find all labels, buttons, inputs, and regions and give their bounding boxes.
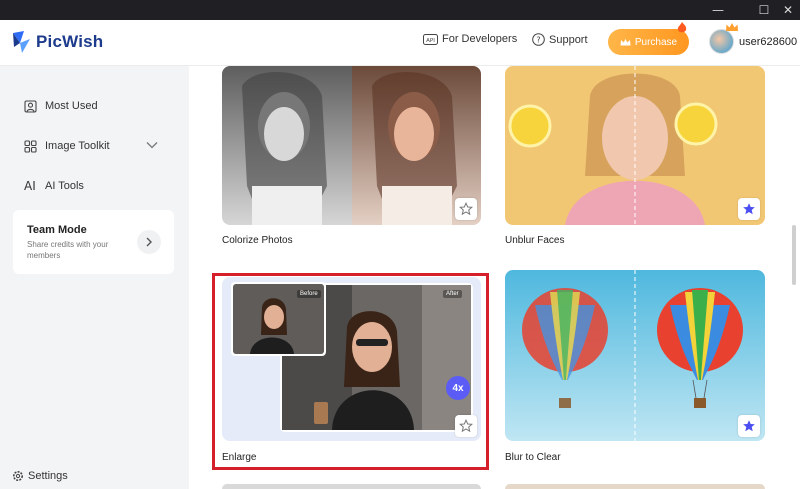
- star-outline-icon: [459, 202, 473, 216]
- selection-highlight-box: [212, 273, 489, 470]
- user-avatar[interactable]: [709, 29, 734, 54]
- window-title-bar: — ☐ ✕: [0, 0, 800, 20]
- support-link[interactable]: ? Support: [532, 33, 588, 46]
- portrait-icon: [24, 99, 37, 113]
- blur-to-clear-card[interactable]: [505, 270, 765, 441]
- ai-icon: AI: [24, 179, 36, 193]
- app-logo[interactable]: PicWish: [10, 29, 103, 55]
- unblur-faces-card[interactable]: [505, 66, 765, 225]
- sidebar-item-label: Most Used: [45, 100, 98, 112]
- scrollbar-thumb[interactable]: [792, 225, 796, 285]
- close-button[interactable]: ✕: [776, 0, 800, 20]
- team-mode-card[interactable]: Team Mode Share credits with your member…: [13, 210, 174, 274]
- for-developers-label: For Developers: [442, 33, 518, 45]
- favorite-button[interactable]: [738, 415, 760, 437]
- gear-icon: [13, 471, 23, 481]
- svg-text:API: API: [426, 38, 435, 44]
- app-header: PicWish API For Developers ? Support Pur…: [0, 20, 800, 66]
- maximize-button[interactable]: ☐: [752, 0, 776, 20]
- blur-to-clear-preview: [505, 270, 765, 441]
- question-circle-icon: ?: [532, 33, 545, 46]
- next-card-top: [505, 484, 765, 489]
- chevron-down-icon[interactable]: [145, 140, 159, 150]
- sidebar-item-image-toolkit[interactable]: Image Toolkit: [24, 136, 164, 156]
- colorize-photos-preview: [222, 66, 481, 225]
- app-name: PicWish: [36, 32, 104, 51]
- team-mode-title: Team Mode: [27, 224, 87, 236]
- favorite-button[interactable]: [738, 198, 760, 220]
- sidebar-item-label: AI Tools: [45, 180, 84, 192]
- sidebar-item-ai-tools[interactable]: AI AI Tools: [24, 176, 164, 196]
- star-filled-icon: [743, 420, 755, 432]
- favorite-button[interactable]: [455, 198, 477, 220]
- next-card-top: [222, 484, 481, 489]
- for-developers-link[interactable]: API For Developers: [423, 33, 517, 45]
- support-label: Support: [549, 33, 588, 46]
- colorize-photos-card[interactable]: [222, 66, 481, 225]
- tool-label-blur-to-clear[interactable]: Blur to Clear: [505, 452, 561, 463]
- team-mode-arrow-button[interactable]: [137, 230, 161, 254]
- team-mode-description: Share credits with your members: [27, 240, 109, 260]
- tool-label-colorize[interactable]: Colorize Photos: [222, 235, 293, 246]
- unblur-faces-preview: [505, 66, 765, 225]
- crown-icon: [620, 38, 631, 46]
- username-label[interactable]: user628600: [739, 36, 797, 48]
- vip-crown-icon: [726, 23, 738, 31]
- star-filled-icon: [743, 203, 755, 215]
- sidebar: [0, 66, 188, 489]
- tool-label-unblur[interactable]: Unblur Faces: [505, 235, 564, 246]
- sidebar-item-label: Image Toolkit: [45, 140, 110, 152]
- settings-label: Settings: [28, 470, 68, 482]
- api-icon: API: [423, 33, 438, 45]
- fire-badge-icon: [677, 22, 687, 33]
- purchase-label: Purchase: [634, 36, 678, 48]
- chevron-right-icon: [146, 237, 152, 247]
- sidebar-item-most-used[interactable]: Most Used: [24, 96, 164, 116]
- grid-icon: [24, 139, 37, 153]
- minimize-button[interactable]: —: [706, 0, 730, 20]
- svg-text:?: ?: [536, 35, 540, 44]
- settings-button[interactable]: Settings: [12, 470, 68, 482]
- picwish-logo-icon: [13, 31, 30, 53]
